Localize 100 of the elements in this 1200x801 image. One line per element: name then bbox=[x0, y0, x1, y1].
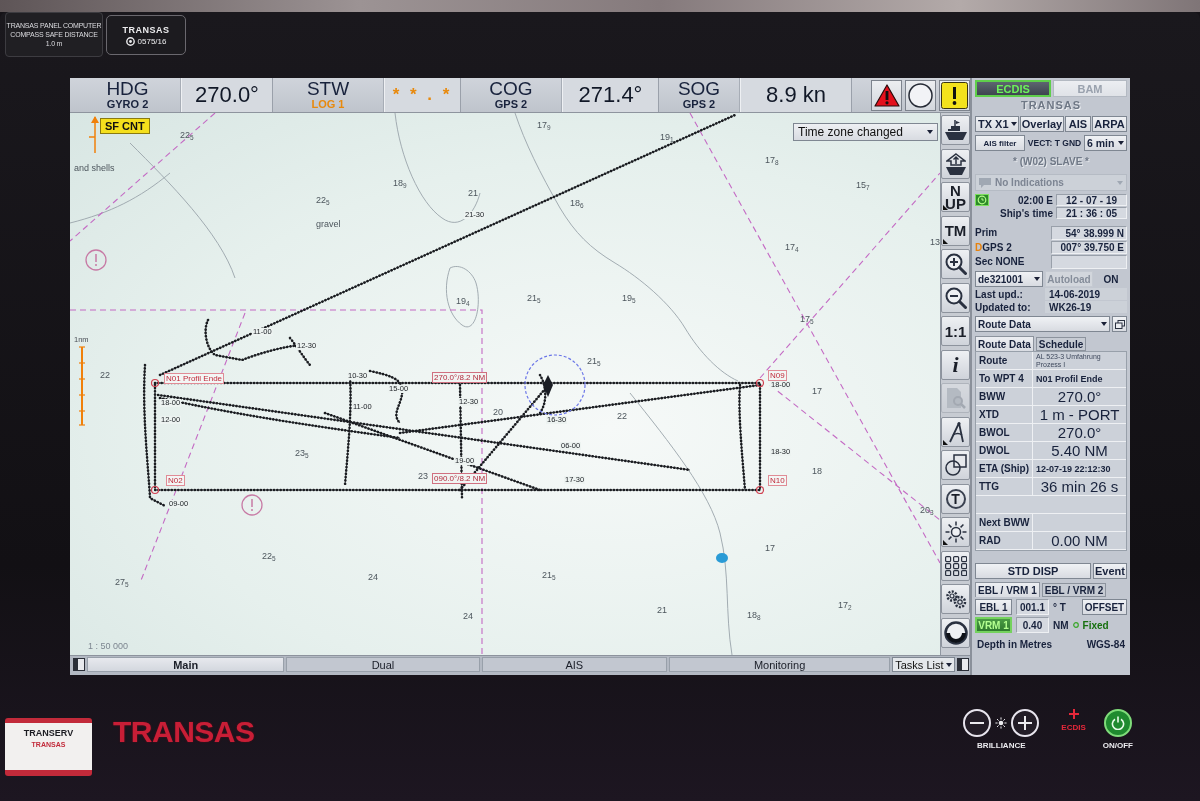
exclamation-square-icon bbox=[941, 81, 968, 109]
brand-logo: TRANSAS bbox=[1019, 99, 1083, 111]
route-value: 270.0° bbox=[1056, 424, 1103, 441]
depth-sounding: 17 bbox=[812, 386, 822, 396]
vrm-button[interactable]: VRM 1 bbox=[975, 617, 1012, 633]
range-ring bbox=[524, 354, 586, 416]
alarm-button[interactable] bbox=[905, 79, 936, 111]
depth-sounding: 19$_{1}$ bbox=[660, 132, 674, 142]
page-tab[interactable]: Monitoring bbox=[669, 657, 891, 672]
menu-corner-icon bbox=[943, 439, 948, 445]
settings-icon bbox=[944, 589, 967, 609]
layer-button[interactable]: AIS bbox=[1065, 116, 1091, 132]
position-field: 007° 39.750 E bbox=[1051, 241, 1127, 254]
toolbar-button[interactable] bbox=[941, 416, 970, 447]
depth-sounding: 21 bbox=[468, 188, 478, 198]
toolbar-button[interactable] bbox=[941, 517, 970, 547]
autoload-status: ON bbox=[1102, 272, 1120, 287]
toolbar-button[interactable]: i bbox=[941, 349, 970, 380]
ebl-button[interactable]: EBL 1 bbox=[975, 599, 1012, 615]
clock-icon bbox=[975, 194, 989, 206]
sensor-name: STW bbox=[306, 80, 350, 98]
sensor-source: GPS 2 bbox=[682, 98, 716, 110]
caret-icon bbox=[1034, 277, 1040, 281]
toolbar-button[interactable] bbox=[941, 249, 970, 279]
toolbar-button[interactable]: TM bbox=[941, 215, 970, 246]
panel-toggle-icon bbox=[957, 658, 969, 671]
window-button[interactable] bbox=[1112, 316, 1127, 332]
bearing-field[interactable]: 001.1 bbox=[1016, 599, 1049, 615]
brand-logo: TRANSAS bbox=[113, 715, 255, 749]
mode-indicator: SF CNT bbox=[100, 118, 150, 134]
sensor-source: GYRO 2 bbox=[106, 98, 149, 110]
route-label: BWW bbox=[976, 388, 1033, 405]
mode-tab[interactable]: ECDIS bbox=[975, 80, 1051, 97]
depth-sounding: 24 bbox=[368, 572, 378, 582]
chart-cell-dropdown[interactable]: de321001 bbox=[975, 271, 1043, 287]
alarm-label: ECDIS bbox=[1061, 723, 1086, 732]
alarm-button[interactable] bbox=[939, 79, 970, 111]
page-tab[interactable]: Main bbox=[87, 657, 285, 672]
brilliance-label: BRILLIANCE bbox=[977, 741, 1026, 750]
depth-sounding: 15$_{7}$ bbox=[856, 180, 870, 190]
menu-corner-icon bbox=[943, 205, 948, 210]
toolbar-button[interactable]: T bbox=[941, 483, 970, 514]
route-label: XTD bbox=[976, 406, 1033, 423]
depth-sounding: 27$_{5}$ bbox=[115, 577, 129, 587]
leg-label: 270.0°/8.2 NM bbox=[432, 372, 488, 383]
toolbar-button[interactable] bbox=[941, 550, 970, 581]
display-mode-button[interactable]: STD DISP bbox=[975, 563, 1091, 579]
toolbar-button[interactable] bbox=[941, 450, 970, 480]
alarm-button[interactable] bbox=[871, 79, 902, 111]
input-field[interactable] bbox=[1051, 255, 1127, 269]
cross-icon bbox=[1068, 709, 1079, 719]
layer-dropdown[interactable]: TX X1 bbox=[975, 116, 1019, 132]
toolbar-button[interactable] bbox=[941, 282, 970, 313]
depth-sounding: 17 bbox=[765, 543, 775, 553]
chart-scale: 1 : 50 000 bbox=[88, 641, 129, 651]
ais-filter-button[interactable]: AIS filter bbox=[975, 135, 1025, 151]
update-value: 14-06-2019 bbox=[1045, 288, 1127, 300]
range-field[interactable]: 0.40 bbox=[1016, 617, 1049, 633]
brightness-down-button[interactable] bbox=[963, 709, 992, 737]
update-label: Last upd.: bbox=[975, 288, 1024, 300]
toolbar-button[interactable] bbox=[941, 584, 970, 614]
view-dropdown[interactable]: Route Data bbox=[975, 316, 1110, 332]
waypoint-label: N02 bbox=[166, 475, 185, 486]
layer-button[interactable]: Overlay bbox=[1020, 116, 1064, 132]
vessel-symbol-icon bbox=[543, 375, 553, 397]
zoom-out-icon bbox=[944, 286, 967, 309]
route-tab[interactable]: Route Data bbox=[975, 336, 1034, 351]
offset-button[interactable]: OFFSET bbox=[1082, 599, 1127, 615]
depth-sounding: 17$_{2}$ bbox=[838, 600, 852, 610]
caret-icon bbox=[1118, 141, 1124, 145]
tasks-dropdown[interactable]: Tasks List bbox=[892, 657, 955, 672]
depth-sounding: 22$_{5}$ bbox=[262, 551, 276, 561]
toolbar-button[interactable] bbox=[941, 115, 970, 145]
toolbar-button[interactable] bbox=[941, 148, 970, 179]
power-button[interactable] bbox=[1103, 709, 1132, 737]
ebl-tab[interactable]: EBL / VRM 2 bbox=[1041, 583, 1107, 597]
layer-button[interactable]: ARPA bbox=[1092, 116, 1127, 132]
depth-sounding: 22$_{5}$ bbox=[316, 195, 330, 205]
update-label: Updated to: bbox=[975, 301, 1032, 313]
notice-dropdown[interactable]: Time zone changed bbox=[793, 123, 938, 141]
page-tab[interactable]: Dual bbox=[286, 657, 480, 672]
brand-logo: TRANSAS bbox=[122, 24, 170, 35]
serial-number: 0575/16 bbox=[137, 36, 167, 46]
route-tab[interactable]: Schedule bbox=[1035, 337, 1087, 351]
page-tab[interactable]: AIS bbox=[481, 657, 667, 672]
route-label: To WPT 4 bbox=[976, 370, 1033, 387]
sun-icon bbox=[944, 521, 967, 543]
vector-time-dropdown[interactable]: 6 min bbox=[1084, 135, 1127, 151]
depth-sounding: 18$_{9}$ bbox=[393, 178, 407, 188]
depth-units: Depth in Metres bbox=[977, 639, 1052, 650]
event-button[interactable]: Event bbox=[1093, 563, 1127, 579]
toolbar-button[interactable]: 1:1 bbox=[941, 316, 970, 346]
toolbar-button[interactable]: N UP bbox=[941, 182, 970, 212]
sensor-name: HDG bbox=[106, 80, 149, 98]
vector-mode: VECT: T GND bbox=[1027, 137, 1082, 150]
toolbar-button[interactable] bbox=[941, 617, 970, 648]
depth-contour bbox=[446, 266, 479, 328]
ebl-tab[interactable]: EBL / VRM 1 bbox=[975, 582, 1040, 597]
brightness-up-button[interactable] bbox=[1011, 709, 1040, 737]
circle-icon bbox=[908, 82, 933, 108]
